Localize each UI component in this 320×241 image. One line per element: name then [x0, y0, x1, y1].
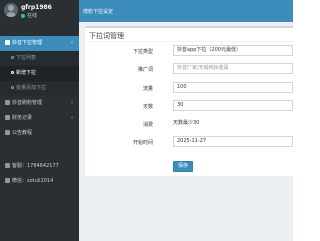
- page-heading: 增粉下拉设定: [83, 9, 114, 15]
- wechat-icon: [5, 178, 10, 183]
- circle-icon: [11, 71, 14, 74]
- sidebar-subitem-dropdown-list[interactable]: 下拉列表: [0, 51, 79, 66]
- sidebar-subitem-label: 批量添加下拉: [16, 85, 47, 91]
- form-panel: 下拉词管理 下拉类型 抖音app下拉（200元最低） 推广词 抖音厂家/无缝纯钛…: [85, 26, 293, 176]
- flow-input[interactable]: 100: [173, 82, 293, 93]
- sidebar-item-label: 财务记录: [12, 115, 33, 121]
- cost-label: 消费: [142, 122, 153, 128]
- contact-support: 客服：1784642177: [5, 162, 59, 169]
- start-time-label: 开始时间: [133, 140, 154, 146]
- list-icon: [5, 40, 10, 45]
- user-status: 在线: [21, 12, 37, 19]
- user-panel: gfrp1986 在线: [0, 0, 79, 30]
- type-label: 下拉类型: [133, 49, 154, 55]
- online-status-icon: [21, 13, 25, 18]
- contact-label: 微信：sotuli2014: [12, 178, 54, 184]
- divider: [85, 41, 293, 42]
- headset-icon: [5, 163, 10, 168]
- contact-label: 客服：1784642177: [12, 163, 59, 169]
- book-icon: [5, 130, 10, 135]
- sidebar-item-label: 抖音下拉管理: [12, 40, 43, 46]
- sidebar: gfrp1986 在线 抖音下拉管理 ‹ 下拉列表 新增下拉 批量添加下拉 抖音…: [0, 0, 79, 241]
- contact-wechat: 微信：sotuli2014: [5, 177, 53, 184]
- main-content: 下拉词管理 下拉类型 抖音app下拉（200元最低） 推广词 抖音厂家/无缝纯钛…: [79, 22, 293, 241]
- sidebar-item-label: 抖音刷粉管理: [12, 100, 43, 106]
- panel-title: 下拉词管理: [89, 32, 124, 40]
- save-button[interactable]: 保存: [173, 161, 193, 172]
- sidebar-subitem-label: 新增下拉: [16, 70, 37, 76]
- type-select[interactable]: 抖音app下拉（200元最低）: [173, 45, 293, 56]
- sidebar-subitem-batch-add[interactable]: 批量添加下拉: [0, 81, 79, 96]
- top-navbar: 增粉下拉设定: [79, 0, 293, 22]
- start-time-input[interactable]: 2025-11-27: [173, 136, 293, 147]
- sidebar-item-label: 公告教程: [12, 130, 33, 136]
- keyword-label: 推广词: [137, 67, 153, 73]
- sidebar-item-tutorials[interactable]: 公告教程: [0, 126, 79, 141]
- cost-value: 天数最少30: [173, 120, 200, 126]
- sidebar-item-follower-boost[interactable]: 抖音刷粉管理 ‹: [0, 96, 79, 111]
- sidebar-item-finance[interactable]: 财务记录 ‹: [0, 111, 79, 126]
- days-label: 天数: [142, 104, 153, 110]
- sidebar-subitem-label: 下拉列表: [16, 55, 37, 61]
- chevron-left-icon: ‹: [71, 100, 73, 106]
- chevron-left-icon: ‹: [71, 40, 73, 46]
- users-icon: [5, 100, 10, 105]
- user-status-label: 在线: [27, 13, 38, 19]
- user-name: gfrp1986: [21, 4, 52, 11]
- chevron-left-icon: ‹: [71, 115, 73, 121]
- days-input[interactable]: 30: [173, 100, 293, 111]
- sidebar-item-douyin-dropdown[interactable]: 抖音下拉管理 ‹: [0, 36, 79, 51]
- sidebar-menu: 抖音下拉管理 ‹ 下拉列表 新增下拉 批量添加下拉 抖音刷粉管理 ‹ 财务记录 …: [0, 36, 79, 141]
- circle-icon: [11, 56, 14, 59]
- flow-label: 流量: [142, 86, 153, 92]
- keyword-input[interactable]: 抖音厂家/无缝纯钛金属: [173, 63, 293, 74]
- sidebar-subitem-new-dropdown[interactable]: 新增下拉: [0, 66, 79, 81]
- circle-icon: [11, 86, 14, 89]
- wallet-icon: [5, 115, 10, 120]
- avatar: [4, 3, 18, 17]
